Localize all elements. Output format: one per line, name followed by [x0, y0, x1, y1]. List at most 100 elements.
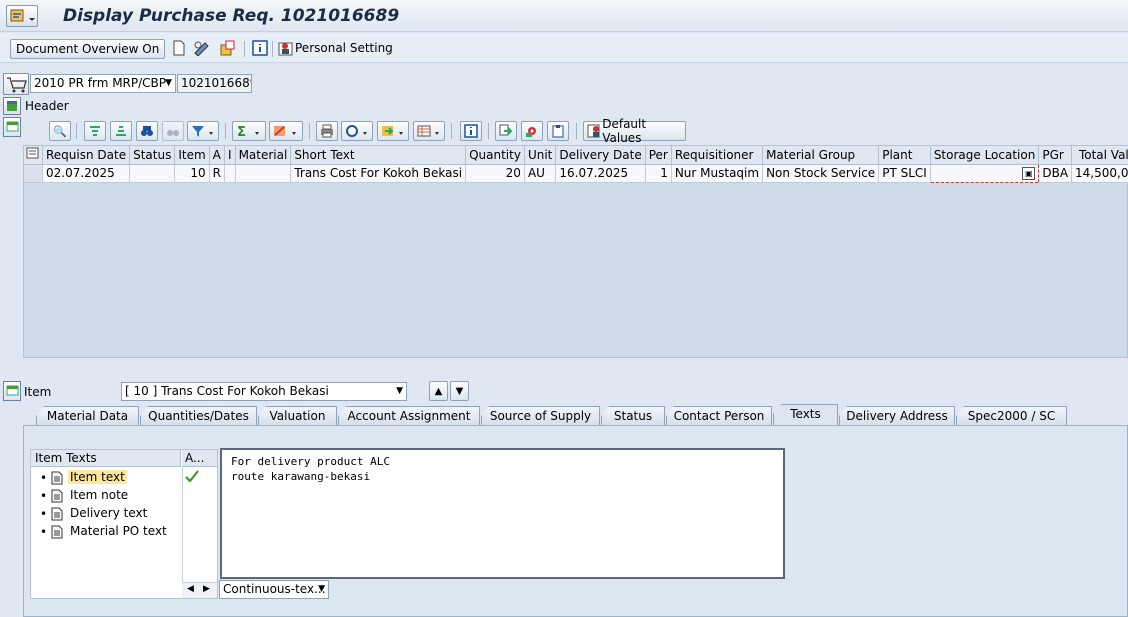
toolbar-separator	[309, 123, 310, 139]
sort-descending-button[interactable]	[110, 121, 132, 141]
column-header[interactable]: Item	[174, 146, 210, 165]
print-button[interactable]	[316, 121, 338, 141]
tab-contact-person[interactable]: Contact Person	[666, 406, 772, 425]
list-item[interactable]: • Item note	[31, 487, 181, 505]
column-header[interactable]: Unit	[524, 146, 557, 165]
account-assignment-cell[interactable]: R	[209, 164, 226, 183]
system-menu-button[interactable]	[6, 5, 38, 27]
default-values-button[interactable]: Default Values	[583, 117, 686, 145]
per-cell[interactable]: 1	[645, 164, 672, 183]
text-format-value: Continuous-tex...	[223, 582, 326, 596]
column-header[interactable]: Material Group	[762, 146, 880, 165]
other-document-icon[interactable]	[219, 39, 237, 57]
export-button[interactable]	[377, 121, 409, 141]
tab-spec2000-sc[interactable]: Spec2000 / SC	[956, 406, 1067, 425]
total-value-cell[interactable]: 14,500,000	[1071, 164, 1128, 183]
scroll-right-icon[interactable]: ▶	[203, 584, 210, 594]
tab-quantities-dates[interactable]: Quantities/Dates	[140, 406, 257, 425]
delivery-date-cell[interactable]: 16.07.2025	[555, 164, 646, 183]
item-category-cell[interactable]	[224, 164, 236, 183]
column-header[interactable]: Requisn Date	[42, 146, 131, 165]
active-column-header[interactable]: A...	[182, 450, 217, 467]
shopping-cart-button[interactable]	[3, 73, 29, 95]
views-button[interactable]	[341, 121, 373, 141]
header-expand-button[interactable]	[3, 97, 21, 115]
print-icon	[321, 124, 333, 138]
document-type-select[interactable]: 2010 PR frm MRP/CBP ▼	[30, 74, 176, 93]
column-header[interactable]: Status	[129, 146, 176, 165]
new-document-icon[interactable]	[170, 39, 188, 57]
horizontal-scrollbar[interactable]: ◀ ▶	[182, 582, 217, 598]
requisn-date-cell[interactable]: 02.07.2025	[42, 164, 131, 183]
text-editor[interactable]: For delivery product ALC route karawang-b…	[220, 448, 785, 579]
unit-cell[interactable]: AU	[524, 164, 557, 183]
column-header[interactable]: PGr	[1038, 146, 1073, 165]
column-header[interactable]: Material	[235, 146, 292, 165]
column-header[interactable]: Requisitioner	[671, 146, 764, 165]
column-header[interactable]: A	[209, 146, 226, 165]
tab-valuation[interactable]: Valuation	[258, 406, 337, 425]
column-header[interactable]: Quantity	[465, 146, 525, 165]
display-change-icon[interactable]	[193, 39, 211, 57]
checkmark-icon	[185, 470, 199, 482]
value-help-icon[interactable]: ▣	[1022, 166, 1036, 180]
list-item[interactable]: • Item text	[31, 469, 181, 487]
column-header[interactable]: I	[224, 146, 236, 165]
column-header[interactable]: Storage Location	[930, 146, 1040, 165]
item-overview-collapse-button[interactable]	[3, 117, 21, 137]
item-select[interactable]: [ 10 ] Trans Cost For Kokoh Bekasi ▼	[121, 382, 407, 401]
table-row[interactable]: 02.07.2025 10 R Trans Cost For Kokoh Bek…	[24, 163, 1128, 183]
tab-status[interactable]: Status	[601, 406, 665, 425]
layout-button[interactable]	[413, 121, 445, 141]
previous-item-button[interactable]: ▲	[429, 381, 448, 401]
subtotal-button[interactable]	[269, 121, 303, 141]
column-header[interactable]: Total Value	[1071, 146, 1128, 165]
plant-cell[interactable]: PT SLCI	[878, 164, 931, 183]
tab-source-of-supply[interactable]: Source of Supply	[481, 406, 600, 425]
filter-button[interactable]	[187, 121, 219, 141]
tab-account-assignment[interactable]: Account Assignment	[338, 406, 480, 425]
info-icon[interactable]	[251, 39, 269, 57]
column-header[interactable]: Plant	[878, 146, 931, 165]
pgr-cell[interactable]: DBA	[1038, 164, 1073, 183]
personal-setting-button[interactable]: Personal Setting	[295, 41, 393, 55]
total-button[interactable]: Σ	[232, 121, 266, 141]
material-cell[interactable]	[235, 164, 292, 183]
information-button[interactable]	[460, 121, 482, 141]
column-header[interactable]: Per	[645, 146, 672, 165]
sort-descending-icon	[116, 126, 126, 136]
item-cell[interactable]: 10	[174, 164, 210, 183]
tree-header[interactable]: Item Texts	[31, 450, 181, 467]
quantity-cell[interactable]: 20	[465, 164, 525, 183]
tab-material-data[interactable]: Material Data	[36, 406, 139, 425]
tab-delivery-address[interactable]: Delivery Address	[839, 406, 955, 425]
find-next-button[interactable]	[162, 121, 184, 141]
bullet: •	[40, 525, 48, 539]
column-header[interactable]: Short Text	[290, 146, 467, 165]
list-item[interactable]: • Delivery text	[31, 505, 181, 523]
tree-item-label: Item note	[70, 488, 129, 502]
item-detail-collapse-button[interactable]	[3, 381, 21, 401]
short-text-cell[interactable]: Trans Cost For Kokoh Bekasi	[290, 164, 467, 183]
sort-ascending-button[interactable]	[84, 121, 106, 141]
row-selector[interactable]	[24, 164, 43, 183]
column-header[interactable]: Delivery Date	[555, 146, 646, 165]
paste-button[interactable]	[547, 121, 569, 141]
storage-location-cell[interactable]: ▣	[929, 163, 1040, 183]
requisitioner-cell[interactable]: Nur Mustaqim	[671, 164, 764, 183]
select-all-cell[interactable]	[24, 146, 43, 165]
settings-button[interactable]	[521, 121, 543, 141]
find-button[interactable]	[136, 121, 158, 141]
copy-button[interactable]	[495, 121, 517, 141]
details-button[interactable]: 🔍	[49, 121, 71, 141]
material-group-cell[interactable]: Non Stock Service	[762, 164, 880, 183]
pr-number-field[interactable]: 1021016689	[177, 74, 252, 93]
next-item-button[interactable]: ▼	[450, 381, 469, 401]
document-overview-button[interactable]: Document Overview On	[10, 39, 166, 59]
list-item[interactable]: • Material PO text	[31, 523, 181, 541]
text-format-select[interactable]: Continuous-tex... ▼	[219, 580, 329, 599]
scroll-left-icon[interactable]: ◀	[187, 584, 194, 594]
tab-texts[interactable]: Texts	[773, 404, 838, 426]
personal-setting-icon[interactable]	[277, 39, 295, 57]
status-cell[interactable]	[129, 164, 176, 183]
